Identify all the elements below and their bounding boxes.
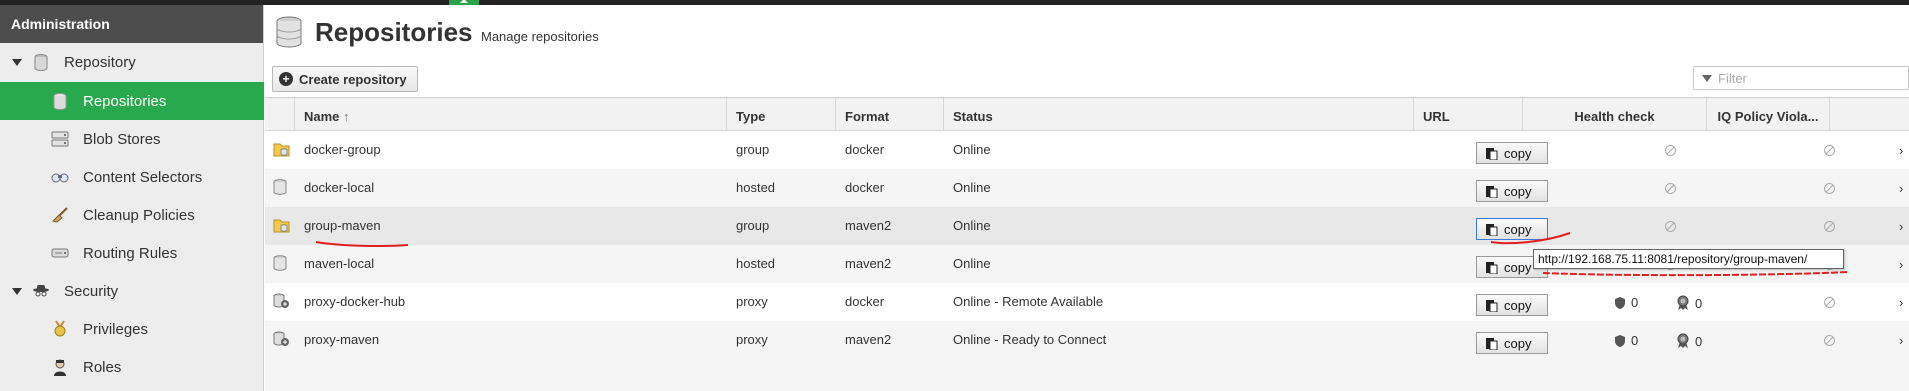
annotation-underline-copy (1490, 232, 1571, 245)
annotation-underline-url (1542, 271, 1849, 277)
annotation-underline-name (315, 241, 409, 247)
app-window: Administration Repository Repositories B… (0, 0, 1909, 391)
annotation-overlay (315, 232, 1849, 277)
